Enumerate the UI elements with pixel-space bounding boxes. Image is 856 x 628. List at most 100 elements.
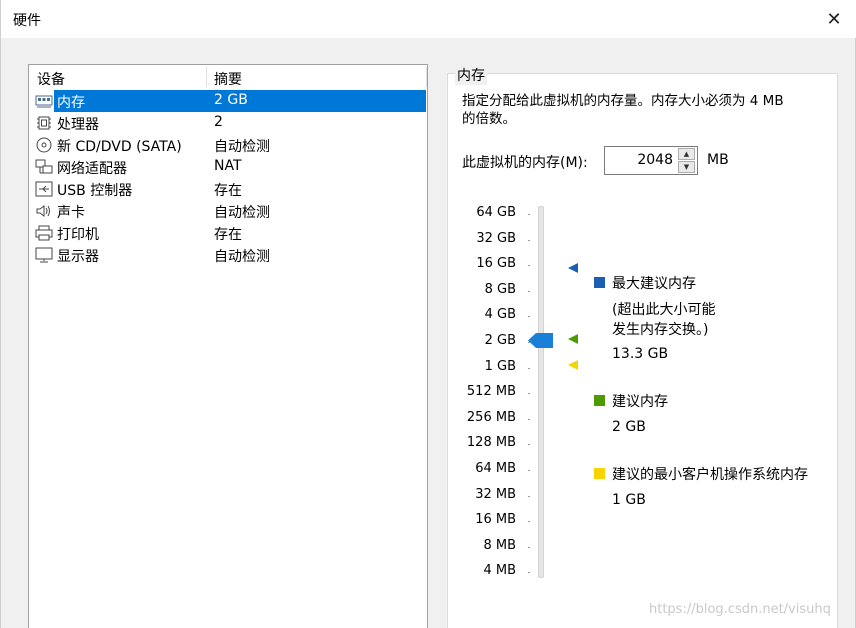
slider-tick-label: 4 MB [483, 563, 516, 579]
description-line: 的倍数。 [462, 111, 516, 127]
device-summary: 自动检测 [214, 249, 270, 265]
slider-tick-mark [528, 393, 530, 395]
recommended-marker-icon [568, 334, 578, 344]
max-recommended-title: 最大建议内存 [612, 276, 696, 292]
hardware-dialog: 硬件 ✕ 设备 摘要 内存 2 GB 处理器 2 新 CD/DVD (SATA)… [0, 0, 856, 628]
usb-icon [35, 181, 53, 197]
memory-icon [35, 95, 53, 108]
slider-tick-label: 32 GB [476, 230, 516, 246]
device-name: 网络适配器 [57, 161, 127, 177]
device-list-header: 设备 摘要 [29, 65, 427, 89]
slider-tick-label: 128 MB [466, 435, 516, 451]
device-row-memory[interactable]: 内存 2 GB [30, 90, 426, 112]
device-summary: 自动检测 [214, 205, 270, 221]
slider-tick-mark [528, 418, 530, 420]
slider-tick-mark [528, 367, 530, 369]
memory-slider-thumb[interactable] [528, 333, 554, 348]
watermark: https://blog.csdn.net/visuhq [649, 602, 831, 617]
max-recommended-marker-icon [568, 263, 578, 273]
spin-up-button[interactable]: ▲ [678, 148, 695, 160]
column-divider[interactable] [426, 67, 427, 87]
min-recommended-value: 1 GB [612, 492, 646, 508]
device-summary: 存在 [214, 227, 242, 243]
min-legend-swatch [594, 468, 605, 479]
memory-size-label: 此虚拟机的内存(M): [462, 155, 588, 171]
slider-tick-mark [528, 265, 530, 267]
device-row-usb-controller[interactable]: USB 控制器 存在 [30, 178, 426, 200]
max-legend-swatch [594, 277, 605, 288]
note-line: (超出此大小可能 [612, 302, 716, 318]
slider-tick-mark [528, 444, 530, 446]
memory-size-input[interactable]: 2048 [637, 152, 673, 168]
device-name: 打印机 [57, 227, 99, 243]
device-summary: 存在 [214, 183, 242, 199]
device-row-sound-card[interactable]: 声卡 自动检测 [30, 200, 426, 222]
close-icon: ✕ [826, 8, 842, 30]
device-summary: NAT [214, 158, 242, 174]
memory-slider-track[interactable] [538, 206, 544, 578]
slider-tick-mark [528, 470, 530, 471]
arrow-down-icon: ▼ [683, 163, 690, 171]
memory-group-title: 内存 [455, 65, 487, 85]
device-row-display[interactable]: 显示器 自动检测 [30, 244, 426, 266]
device-name: 新 CD/DVD (SATA) [57, 139, 182, 155]
device-name: 显示器 [57, 249, 99, 265]
column-header-device[interactable]: 设备 [37, 69, 65, 89]
column-divider[interactable] [206, 67, 207, 87]
device-list[interactable]: 设备 摘要 内存 2 GB 处理器 2 新 CD/DVD (SATA) 自动检测… [28, 64, 428, 628]
device-row-cd-dvd[interactable]: 新 CD/DVD (SATA) 自动检测 [30, 134, 426, 156]
slider-tick-label: 2 GB [484, 333, 516, 348]
device-row-processor[interactable]: 处理器 2 [30, 112, 426, 134]
device-row-network-adapter[interactable]: 网络适配器 NAT [30, 156, 426, 178]
title-bar: 硬件 ✕ [1, 0, 856, 38]
recommended-value: 2 GB [612, 419, 646, 435]
slider-tick-label: 256 MB [466, 409, 516, 425]
device-summary: 2 [214, 114, 223, 130]
device-summary: 自动检测 [214, 139, 270, 155]
description-line: 指定分配给此虚拟机的内存量。内存大小必须为 4 MB [462, 93, 784, 109]
slider-tick-label: 512 MB [466, 384, 516, 400]
device-summary: 2 GB [214, 92, 248, 108]
memory-unit-label: MB [707, 152, 729, 168]
slider-tick-label: 16 MB [475, 512, 516, 528]
slider-tick-mark [528, 572, 530, 574]
slider-tick-mark [528, 290, 530, 292]
slider-tick-mark [528, 316, 530, 318]
speaker-icon [36, 205, 50, 217]
close-button[interactable]: ✕ [811, 0, 856, 38]
slider-tick-label: 16 GB [476, 256, 516, 272]
column-header-summary[interactable]: 摘要 [214, 69, 242, 89]
network-adapter-icon [35, 159, 53, 174]
device-name: 处理器 [57, 117, 99, 133]
window-title: 硬件 [13, 13, 41, 29]
slider-tick-mark [528, 546, 530, 548]
memory-description: 指定分配给此虚拟机的内存量。内存大小必须为 4 MB 的倍数。 [462, 92, 832, 128]
min-recommended-title: 建议的最小客户机操作系统内存 [612, 467, 808, 483]
device-name: 声卡 [57, 205, 85, 221]
device-name: 内存 [57, 95, 85, 111]
printer-icon [35, 225, 53, 241]
slider-tick-label: 8 MB [483, 537, 516, 553]
slider-tick-mark [528, 521, 530, 523]
slider-tick-mark [528, 239, 530, 241]
recommended-legend-swatch [594, 395, 605, 406]
spin-down-button[interactable]: ▼ [678, 161, 695, 173]
slider-tick-label: 8 GB [484, 281, 516, 297]
device-row-printer[interactable]: 打印机 存在 [30, 222, 426, 244]
arrow-up-icon: ▲ [683, 150, 690, 158]
slider-tick-label: 1 GB [484, 358, 516, 374]
slider-tick-label: 64 GB [476, 205, 516, 220]
cpu-icon [37, 116, 51, 130]
min-recommended-marker-icon [568, 360, 578, 370]
slider-tick-label: 32 MB [475, 486, 516, 502]
max-recommended-note: (超出此大小可能 发生内存交换。) [612, 300, 715, 340]
cd-dvd-icon [36, 137, 52, 153]
memory-size-spinbox[interactable]: 2048 ▲ ▼ [604, 146, 698, 175]
device-name: USB 控制器 [57, 183, 133, 199]
slider-tick-label: 4 GB [484, 307, 516, 323]
slider-tick-mark [528, 214, 530, 215]
monitor-icon [35, 247, 53, 263]
note-line: 发生内存交换。) [612, 322, 709, 338]
slider-tick-label: 64 MB [475, 461, 516, 476]
slider-tick-mark [528, 495, 530, 497]
